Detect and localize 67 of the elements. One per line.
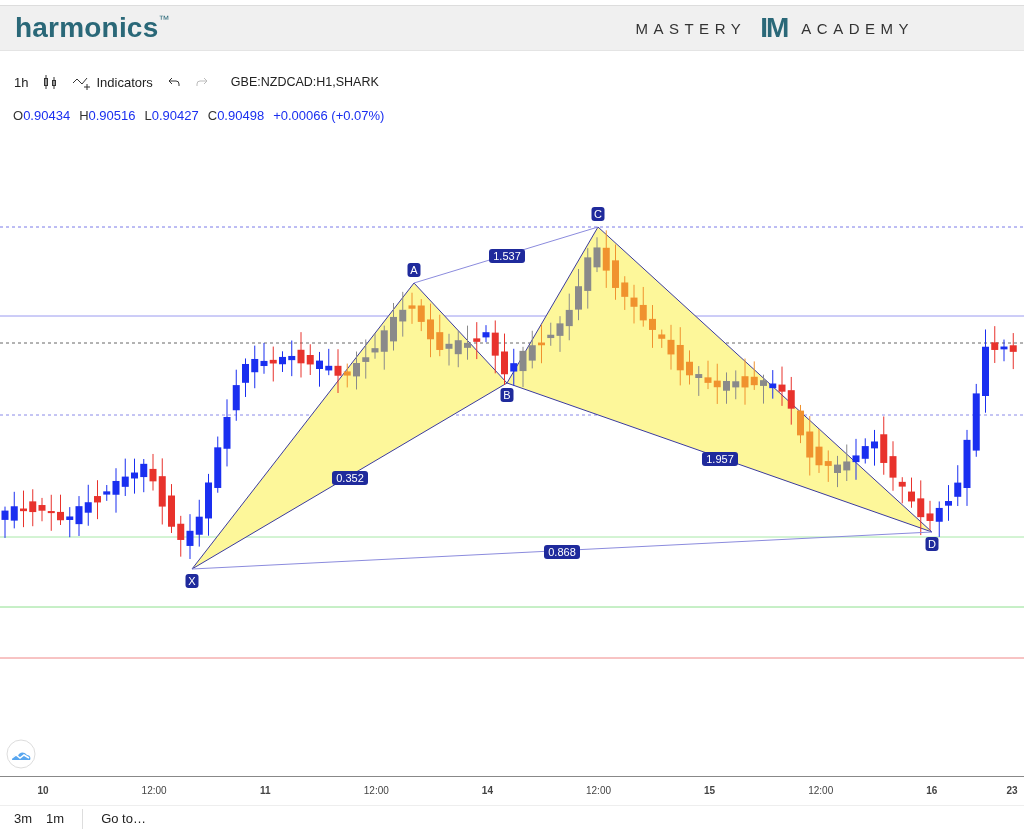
ohlc-label: L [144, 107, 152, 123]
brand-text: MASTERY [635, 19, 747, 37]
ohlc-value: 0.90427 [151, 107, 199, 123]
candle [871, 429, 878, 467]
time-axis-label: 10 [37, 785, 49, 796]
candle [538, 324, 545, 364]
candle [834, 455, 841, 488]
harmonics-logo: harmonics$^{™}$ [15, 12, 170, 44]
price-change: +0.00066 (+0.07%) [273, 107, 385, 123]
candle [686, 349, 693, 385]
candles-icon[interactable] [42, 74, 59, 90]
interval-button[interactable]: 1h [14, 74, 29, 90]
ratio-label: 0.352 [332, 471, 368, 485]
brand-text: ACADEMY [801, 19, 914, 37]
goto-button[interactable]: Go to… [95, 809, 152, 828]
candle [649, 304, 656, 349]
candle [390, 302, 397, 352]
point-label: D [925, 537, 939, 551]
time-axis-label: 16 [926, 785, 938, 796]
candle [760, 374, 767, 405]
time-axis-label: 11 [259, 785, 271, 796]
ohlc-label: C [207, 107, 218, 123]
candle [20, 490, 27, 528]
candle [575, 268, 582, 321]
point-label: C [591, 207, 605, 221]
ohlc-value: 0.90516 [88, 107, 136, 123]
candle [316, 351, 323, 388]
range-button[interactable]: 1m [40, 809, 71, 828]
candle [279, 350, 286, 373]
candle [723, 371, 730, 405]
candle [797, 404, 804, 444]
ohlc-value: 0.90498 [217, 107, 265, 123]
point-label: B [500, 388, 514, 402]
candle [205, 473, 212, 537]
candle [501, 333, 508, 386]
time-axis-label: 15 [704, 785, 716, 796]
point-label: X [185, 574, 199, 588]
ohlc-label: O [13, 107, 24, 123]
brand-mark: IM [760, 14, 788, 42]
cloud-logo-icon [6, 739, 36, 769]
candle [131, 458, 138, 495]
candle [427, 303, 434, 358]
time-axis-label: 14 [481, 785, 493, 796]
candle [353, 351, 360, 390]
ohlc-label: H [79, 107, 89, 123]
indicators-button[interactable]: Indicators [72, 74, 153, 90]
point-label: A [407, 263, 421, 277]
candle [464, 325, 471, 361]
time-axis-label: 12:00 [363, 785, 389, 796]
undo-icon[interactable] [166, 76, 181, 88]
ratio-label: 1.537 [489, 249, 525, 263]
ohlc-value: 0.90434 [23, 107, 71, 123]
candle [94, 479, 101, 520]
candle [945, 484, 952, 522]
ratio-label: 0.868 [544, 545, 580, 559]
ratio-label: 1.957 [702, 452, 738, 466]
candle [908, 477, 915, 509]
candle [612, 244, 619, 301]
time-axis-label: 23 [1006, 785, 1018, 796]
candle [242, 357, 249, 398]
candle [57, 494, 64, 526]
range-button[interactable]: 3m [8, 809, 39, 828]
time-axis-label: 12:00 [808, 785, 834, 796]
time-axis-label: 12:00 [141, 785, 167, 796]
symbol-label: GBE:NZDCAD:H1,SHARK [230, 75, 379, 89]
time-axis-label: 12:00 [586, 785, 611, 796]
candle [168, 483, 175, 534]
